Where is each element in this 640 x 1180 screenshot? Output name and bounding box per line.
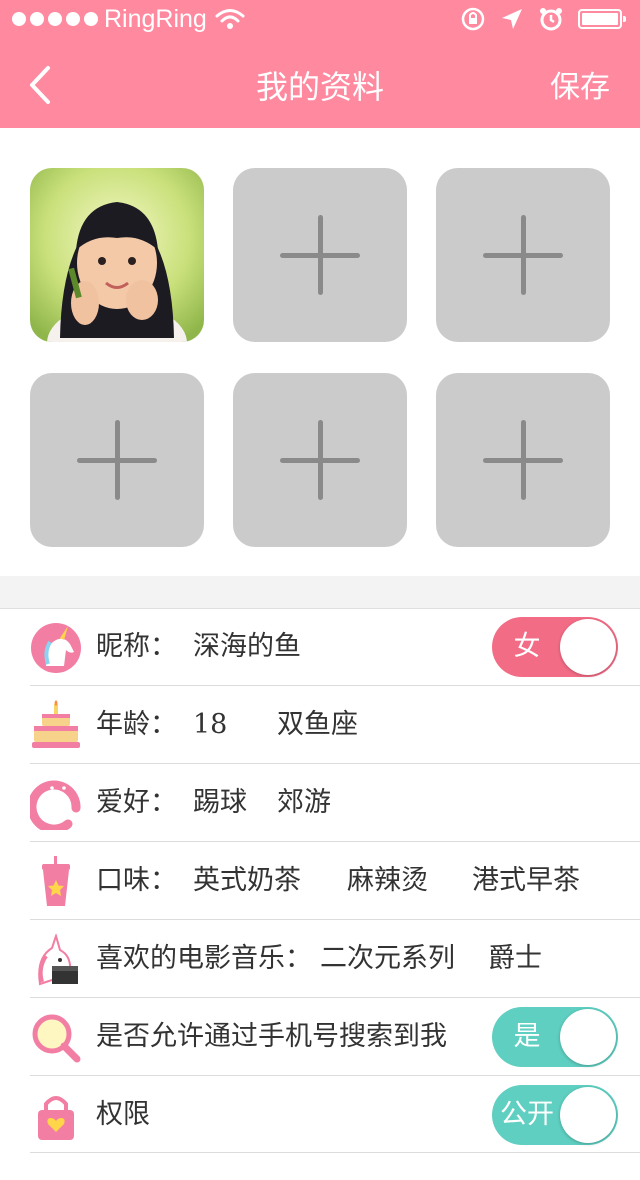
girl-photo-image — [30, 168, 204, 342]
save-button[interactable]: 保存 — [550, 62, 610, 106]
age-label: 年龄： — [96, 709, 177, 740]
unicorn-clapperboard-icon — [38, 934, 78, 986]
nickname-row[interactable]: 昵称： 深海的鱼 女 — [0, 608, 640, 686]
movie-music-label: 喜欢的电影音乐： — [96, 943, 312, 974]
zodiac-value[interactable]: 双鱼座 — [277, 686, 358, 764]
age-value[interactable]: 18 — [193, 686, 227, 764]
phone-search-row: 是否允许通过手机号搜索到我 是 — [0, 998, 640, 1076]
carrier-group: RingRing — [12, 4, 245, 34]
nav-bar: 我的资料 保存 — [0, 40, 640, 128]
add-photo-button[interactable] — [436, 168, 610, 342]
taste-value[interactable]: 港式早茶 — [472, 842, 580, 920]
page-title: 我的资料 — [255, 68, 384, 106]
gender-toggle-label: 女 — [513, 631, 541, 662]
gender-toggle[interactable]: 女 — [492, 617, 618, 677]
search-icon — [32, 1014, 81, 1063]
alarm-icon — [540, 8, 562, 31]
photo-grid — [0, 128, 640, 576]
permission-toggle[interactable]: 公开 — [492, 1085, 618, 1145]
bottom-divider — [30, 1152, 640, 1153]
hobby-value[interactable]: 踢球 — [193, 764, 247, 842]
toggle-knob — [560, 1009, 616, 1065]
section-divider — [0, 576, 640, 609]
header: RingRing 我的资料 保存 — [0, 0, 640, 128]
toggle-knob — [560, 619, 616, 675]
hobby-row[interactable]: 爱好： 踢球 郊游 — [0, 764, 640, 842]
permission-toggle-label: 公开 — [500, 1099, 554, 1130]
toggle-knob — [560, 1087, 616, 1143]
lock-heart-icon — [38, 1096, 74, 1140]
phone-search-label: 是否允许通过手机号搜索到我 — [96, 1021, 447, 1052]
movie-music-value[interactable]: 爵士 — [488, 920, 542, 998]
hobby-label: 爱好： — [96, 787, 177, 818]
status-bar: RingRing — [0, 0, 640, 40]
add-photo-button[interactable] — [233, 373, 407, 547]
profile-photo[interactable] — [30, 168, 204, 342]
unicorn-icon — [31, 623, 81, 673]
taste-value[interactable]: 英式奶茶 — [193, 842, 301, 920]
wifi-icon — [215, 9, 245, 29]
rotation-lock-icon — [461, 7, 485, 31]
add-photo-button[interactable] — [436, 373, 610, 547]
age-row[interactable]: 年龄： 18 双鱼座 — [0, 686, 640, 764]
nickname-value[interactable]: 深海的鱼 — [193, 608, 301, 686]
taste-label: 口味： — [96, 865, 177, 896]
carrier-name: RingRing — [104, 4, 207, 33]
drink-cup-icon — [42, 856, 70, 906]
status-icons — [460, 4, 626, 34]
donut-icon — [30, 780, 81, 830]
signal-strength-icon — [12, 12, 98, 26]
movie-music-value[interactable]: 二次元系列 — [320, 920, 455, 998]
add-photo-button[interactable] — [233, 168, 407, 342]
birthday-cake-icon — [32, 700, 80, 748]
battery-icon — [578, 9, 626, 29]
phone-search-toggle[interactable]: 是 — [492, 1007, 618, 1067]
nickname-label: 昵称： — [96, 631, 177, 662]
permission-label: 权限 — [96, 1099, 150, 1130]
hobby-value[interactable]: 郊游 — [277, 764, 331, 842]
movie-music-row[interactable]: 喜欢的电影音乐： 二次元系列 爵士 — [0, 920, 640, 998]
add-photo-button[interactable] — [30, 373, 204, 547]
location-arrow-icon — [502, 9, 522, 29]
phone-search-toggle-label: 是 — [513, 1021, 541, 1052]
taste-value[interactable]: 麻辣烫 — [347, 842, 428, 920]
taste-row[interactable]: 口味： 英式奶茶 麻辣烫 港式早茶 — [0, 842, 640, 920]
permission-row: 权限 公开 — [0, 1076, 640, 1154]
